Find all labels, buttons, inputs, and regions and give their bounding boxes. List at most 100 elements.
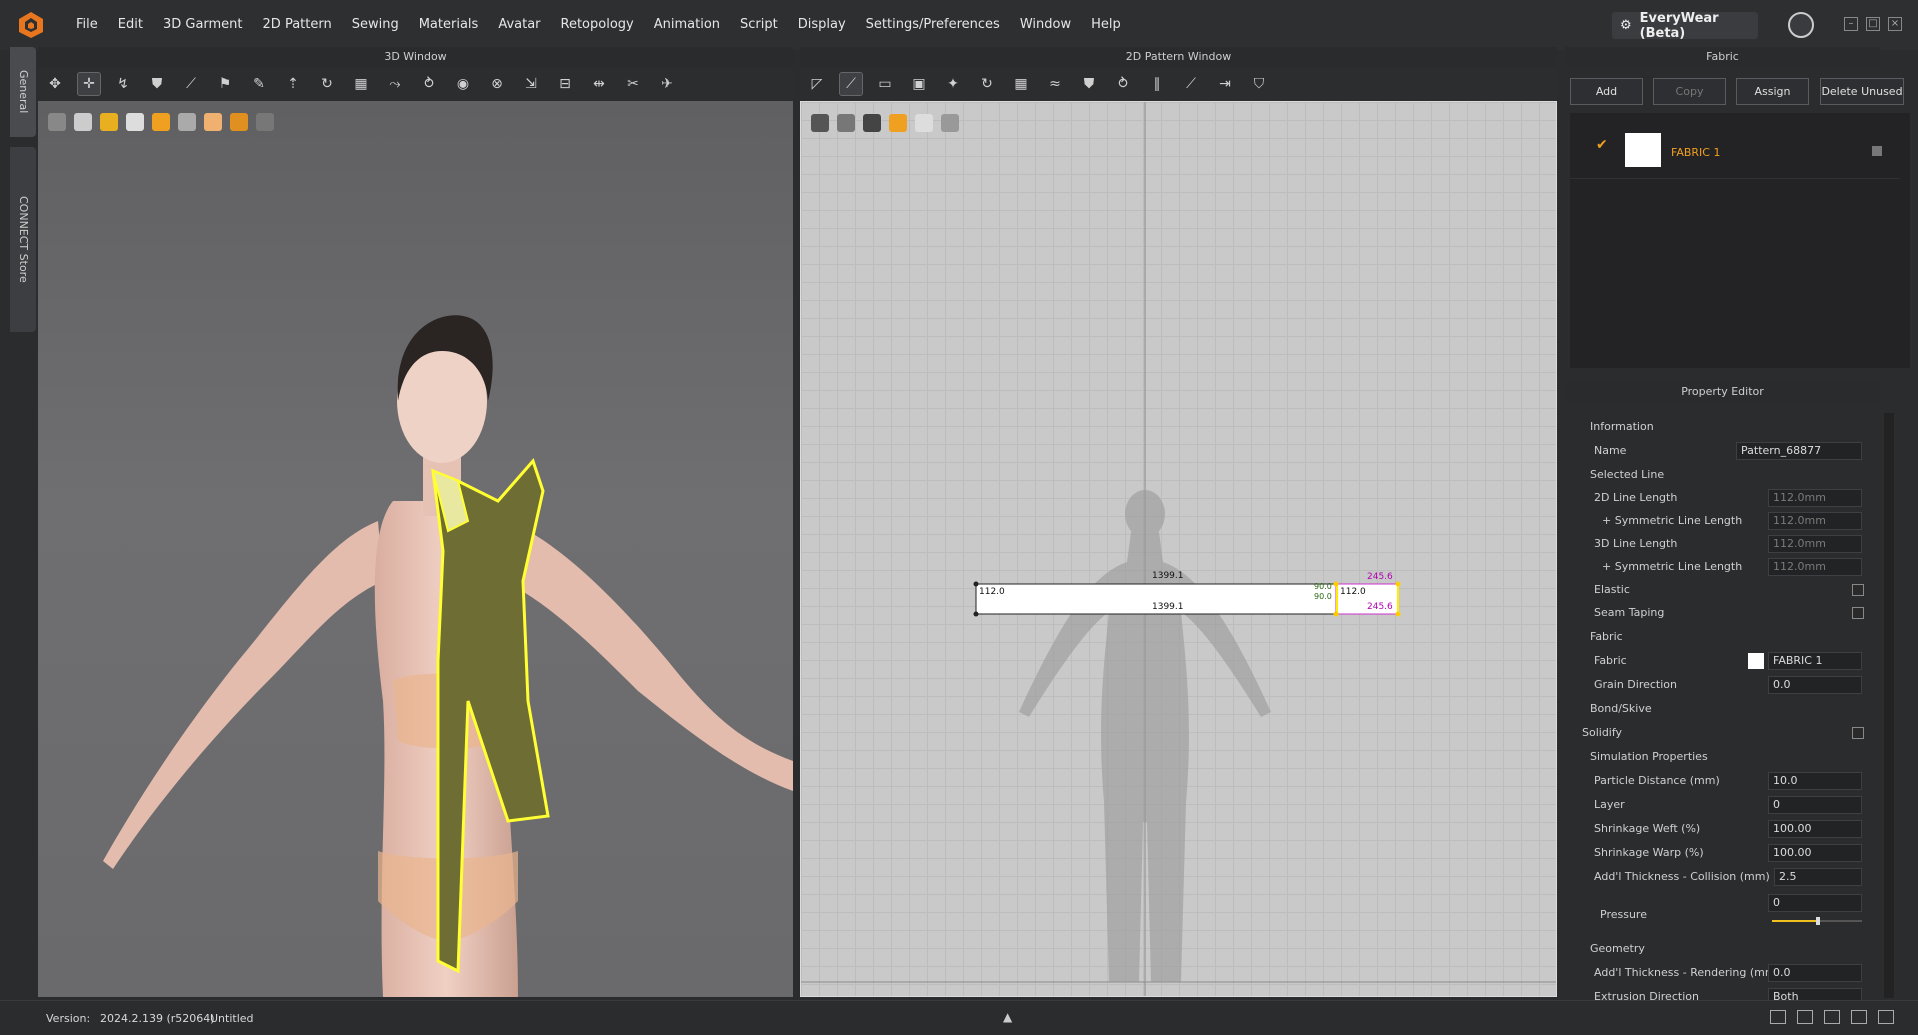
pin-icon[interactable]: ⇡ [282, 73, 304, 95]
close-icon[interactable]: × [1888, 17, 1902, 31]
segment-sewing-icon[interactable]: ⥁ [1112, 73, 1134, 95]
line3d-field[interactable]: 112.0mm [1768, 535, 1862, 553]
ruler-icon[interactable]: ⟋ [1180, 73, 1202, 95]
app-logo-icon[interactable] [16, 10, 46, 40]
view-texture-2d-icon[interactable] [889, 114, 907, 132]
view-stress-2d-icon[interactable] [863, 114, 881, 132]
arrange-icon[interactable]: ⇹ [588, 73, 610, 95]
menu-animation[interactable]: Animation [644, 0, 730, 50]
menu-3d-garment[interactable]: 3D Garment [153, 0, 253, 50]
elastic-checkbox[interactable] [1852, 584, 1864, 596]
pressure-slider[interactable] [1772, 917, 1862, 925]
menu-retopology[interactable]: Retopology [551, 0, 644, 50]
select-icon[interactable]: ✥ [44, 73, 66, 95]
name-field[interactable]: Pattern_68877 [1736, 442, 1862, 460]
polygon-icon[interactable]: ▣ [908, 73, 930, 95]
warp-field[interactable]: 100.00 [1768, 844, 1862, 862]
dart-icon[interactable]: ✦ [942, 73, 964, 95]
view-stress-icon[interactable] [100, 113, 118, 131]
stitch-icon[interactable]: ⥁ [418, 73, 440, 95]
fabric-save-icon[interactable] [1872, 146, 1882, 156]
weft-field[interactable]: 100.00 [1768, 820, 1862, 838]
view-skin-icon[interactable] [204, 113, 222, 131]
layer-field[interactable]: 0 [1768, 796, 1862, 814]
menu-avatar[interactable]: Avatar [488, 0, 550, 50]
menu-materials[interactable]: Materials [409, 0, 489, 50]
zipper-icon[interactable]: ⊗ [486, 73, 508, 95]
pressure-field[interactable]: 0 [1768, 894, 1862, 912]
delete-unused-button[interactable]: Delete Unused [1820, 78, 1904, 105]
menu-help[interactable]: Help [1081, 0, 1131, 50]
particle-field[interactable]: 10.0 [1768, 772, 1862, 790]
2d-viewport[interactable]: 1399.1 1399.1 112.0 112.0 90.0 90.0 245.… [800, 101, 1557, 997]
user-avatar-icon[interactable] [1788, 12, 1814, 38]
menu-edit[interactable]: Edit [108, 0, 153, 50]
property-scrollbar[interactable] [1884, 413, 1894, 998]
button-icon[interactable]: ◉ [452, 73, 474, 95]
menu-sewing[interactable]: Sewing [342, 0, 409, 50]
3d-viewport[interactable] [38, 101, 793, 997]
section-fabric[interactable]: Fabric [1570, 626, 1900, 648]
copy-fabric-button[interactable]: Copy [1653, 78, 1726, 105]
tack-icon[interactable]: ⤳ [384, 73, 406, 95]
transform-pattern-icon[interactable]: ◸ [806, 73, 828, 95]
view-pattern-icon[interactable] [837, 114, 855, 132]
menu-script[interactable]: Script [730, 0, 788, 50]
rectangle-icon[interactable]: ▭ [874, 73, 896, 95]
offset-icon[interactable]: ≈ [1044, 73, 1066, 95]
section-simulation[interactable]: Simulation Properties [1570, 746, 1900, 768]
layout-single-icon[interactable] [1770, 1010, 1786, 1024]
assign-fabric-button[interactable]: Assign [1736, 78, 1809, 105]
garment-icon[interactable]: ⛊ [146, 73, 168, 95]
section-selected-line[interactable]: Selected Line [1570, 464, 1900, 486]
sym2-field[interactable]: 112.0mm [1768, 558, 1862, 576]
menu-window[interactable]: Window [1010, 0, 1081, 50]
view-render-icon[interactable] [178, 113, 196, 131]
view-avatar-icon[interactable] [126, 113, 144, 131]
view-export-2d-icon[interactable] [941, 114, 959, 132]
line-icon[interactable]: ⟋ [180, 73, 202, 95]
section-information[interactable]: Information [1570, 416, 1900, 438]
expand-up-icon[interactable]: ▲ [1003, 1010, 1012, 1024]
menu-file[interactable]: File [66, 0, 108, 50]
line2d-field[interactable]: 112.0mm [1768, 489, 1862, 507]
view-thin-line-icon[interactable] [811, 114, 829, 132]
grain-field[interactable]: 0.0 [1768, 676, 1862, 694]
fold-arrange-icon[interactable]: ⛊ [1078, 73, 1100, 95]
grid-icon[interactable]: ▦ [350, 73, 372, 95]
tape-icon[interactable]: ⊟ [554, 73, 576, 95]
view-fabric-icon[interactable] [152, 113, 170, 131]
maximize-icon[interactable]: □ [1866, 17, 1880, 31]
tab-connect-store[interactable]: CONNECT Store [10, 147, 36, 332]
view-texture-icon[interactable] [48, 113, 66, 131]
move-icon[interactable]: ✛ [77, 72, 101, 96]
layout-triple-icon[interactable] [1824, 1010, 1840, 1024]
annotation-icon[interactable]: ⇥ [1214, 73, 1236, 95]
view-garment-icon[interactable] [74, 113, 92, 131]
view-export-icon[interactable] [256, 113, 274, 131]
section-bond[interactable]: Bond/Skive [1570, 698, 1900, 720]
fabric-list-item[interactable]: ✔ FABRIC 1 [1570, 113, 1900, 179]
render-field[interactable]: 0.0 [1768, 964, 1862, 982]
menu-2d-pattern[interactable]: 2D Pattern [253, 0, 342, 50]
baseline-icon[interactable]: ▦ [1010, 73, 1032, 95]
seam-checkbox[interactable] [1852, 607, 1864, 619]
measure-icon[interactable]: ⇲ [520, 73, 542, 95]
sym1-field[interactable]: 112.0mm [1768, 512, 1862, 530]
edit-point-icon[interactable]: ⟋ [839, 72, 863, 96]
cut-icon[interactable]: ✂ [622, 73, 644, 95]
rotate-icon[interactable]: ↻ [316, 73, 338, 95]
fabric-dropdown[interactable]: FABRIC 1 [1768, 652, 1862, 670]
pleats-icon[interactable]: ∥ [1146, 73, 1168, 95]
view-environment-icon[interactable] [230, 113, 248, 131]
fold-icon[interactable]: ↯ [112, 73, 134, 95]
everywear-button[interactable]: ⚙ EveryWear (Beta) [1612, 11, 1758, 41]
brush-icon[interactable]: ✎ [248, 73, 270, 95]
menu-settings[interactable]: Settings/Preferences [856, 0, 1010, 50]
avatar-pose-icon[interactable]: ✈ [656, 73, 678, 95]
menu-display[interactable]: Display [788, 0, 856, 50]
collision-field[interactable]: 2.5 [1774, 868, 1862, 886]
minimize-icon[interactable]: – [1844, 17, 1858, 31]
section-geometry[interactable]: Geometry [1570, 938, 1900, 960]
layout-quad-icon[interactable] [1851, 1010, 1867, 1024]
